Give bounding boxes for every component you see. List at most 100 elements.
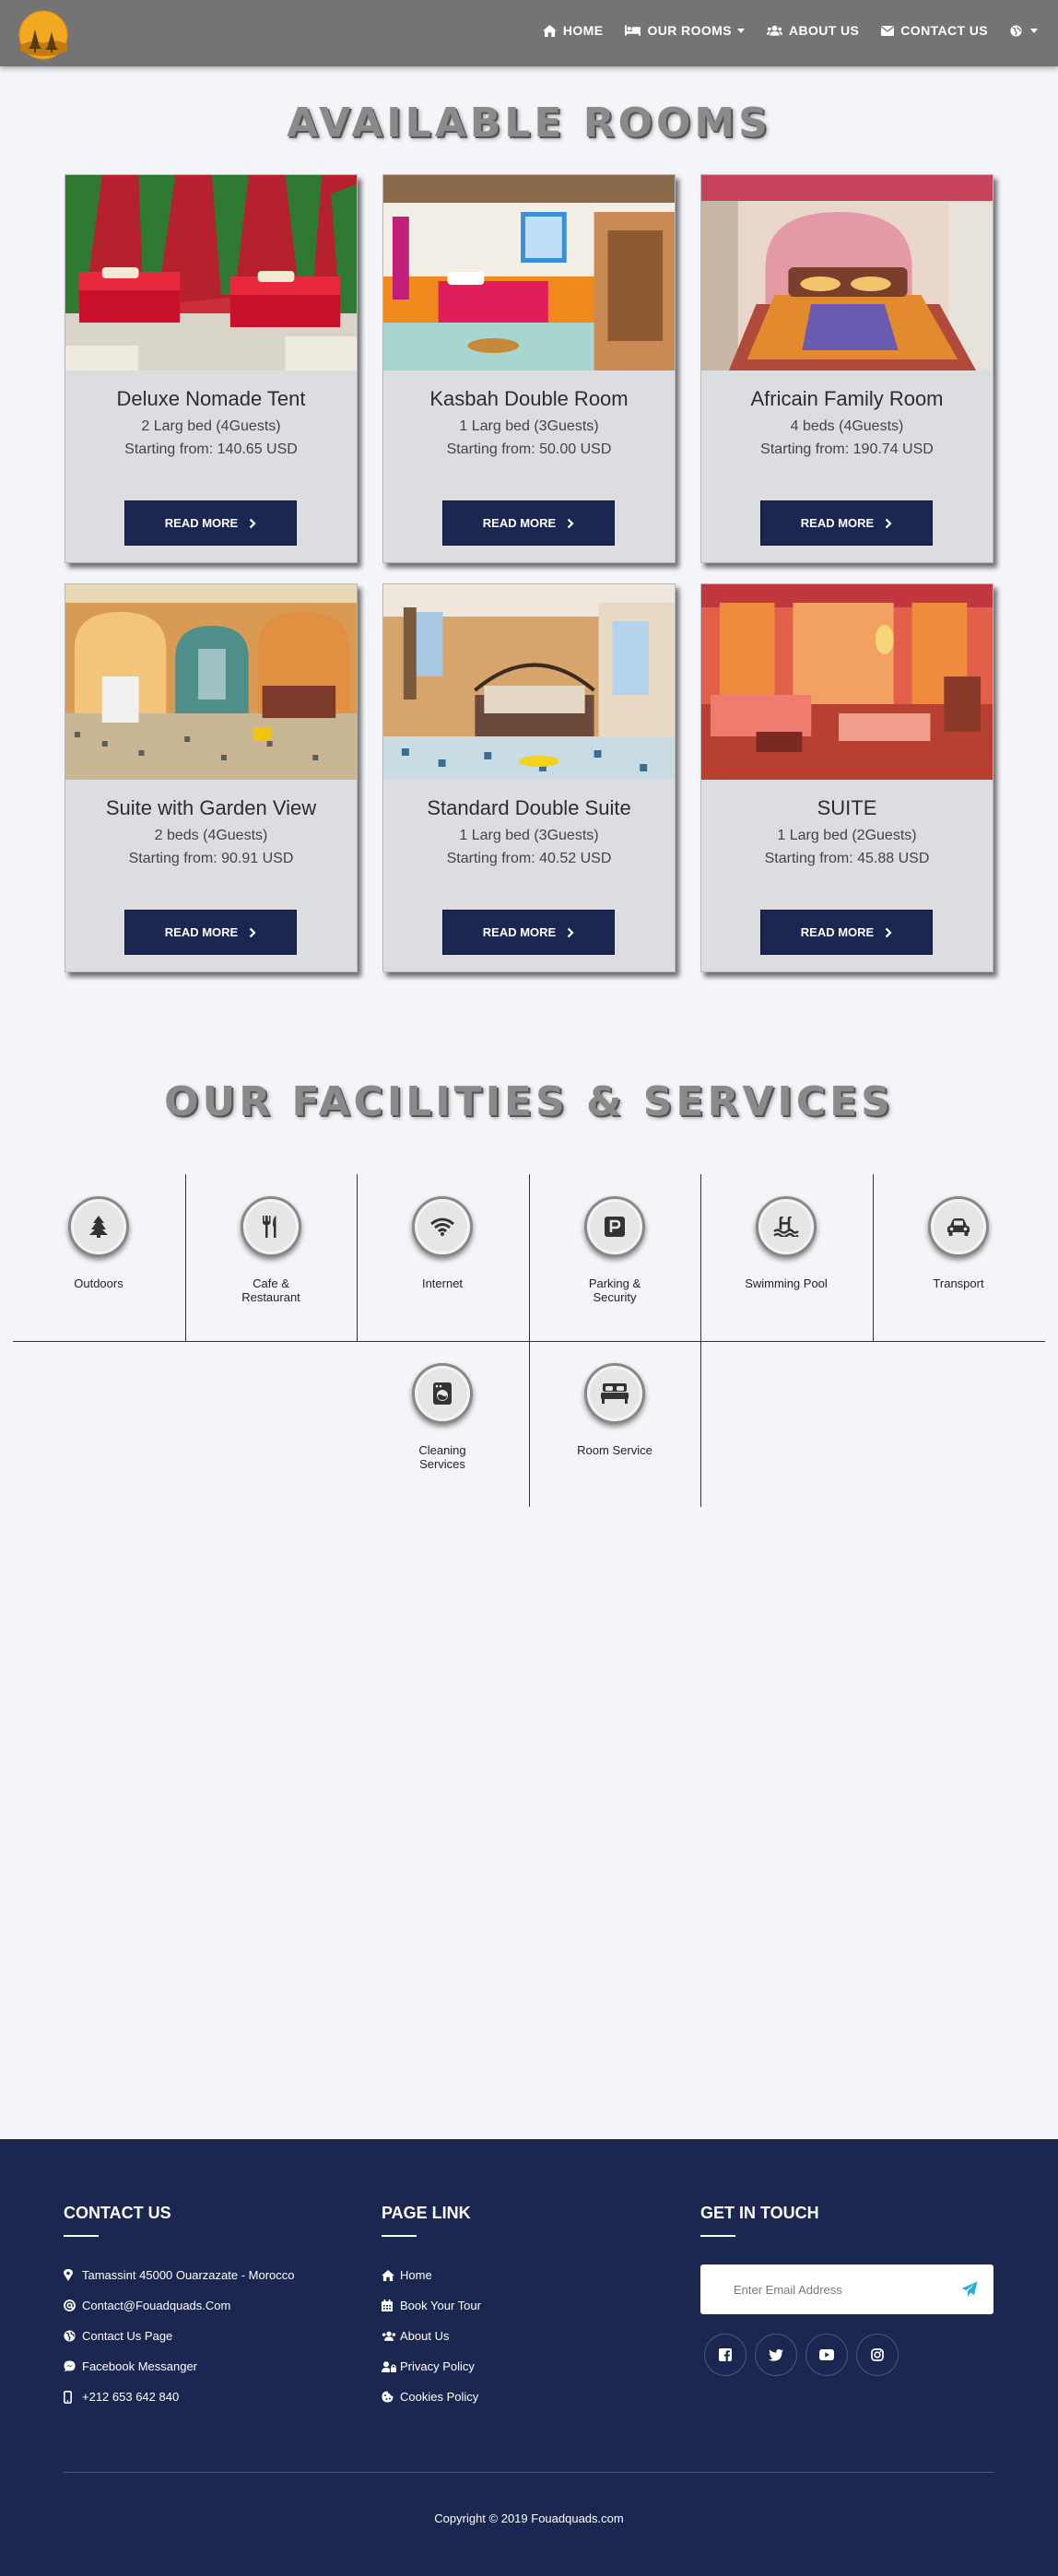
nav-about-us-label: ABOUT US bbox=[788, 23, 860, 38]
room-price: Starting from: 50.00 USD bbox=[446, 441, 612, 457]
facility-transport: Transport bbox=[873, 1196, 1044, 1290]
bed-icon bbox=[625, 25, 641, 36]
read-more-label: READ MORE bbox=[164, 925, 239, 939]
footer-contact-text: Tamassint 45000 Ouarzazate - Morocco bbox=[82, 2268, 295, 2282]
read-more-button[interactable]: READ MORE bbox=[760, 500, 933, 546]
twitter-icon bbox=[769, 2348, 783, 2361]
room-name: Suite with Garden View bbox=[105, 796, 317, 819]
read-more-button[interactable]: READ MORE bbox=[442, 500, 615, 546]
room-card: Standard Double Suite 1 Larg bed (3Guest… bbox=[382, 583, 676, 972]
twitter-link[interactable] bbox=[755, 2334, 797, 2376]
room-card: Africain Family Room 4 beds (4Guests) St… bbox=[700, 174, 993, 563]
footer-page-links: PAGE LINK Home Book Your Tour About Us P… bbox=[382, 2204, 481, 2412]
paper-plane-icon bbox=[961, 2281, 978, 2297]
youtube-icon bbox=[819, 2349, 834, 2360]
facility-cleaning-services: Cleaning Services bbox=[357, 1363, 528, 1471]
nav-language[interactable] bbox=[1010, 24, 1038, 37]
nav-about-us[interactable]: ABOUT US bbox=[766, 23, 860, 38]
newsletter-form bbox=[700, 2264, 993, 2314]
room-price: Starting from: 90.91 USD bbox=[128, 851, 294, 866]
chevron-right-icon bbox=[885, 518, 892, 528]
cookie-icon bbox=[382, 2391, 394, 2403]
facility-label: Swimming Pool bbox=[745, 1276, 828, 1290]
at-icon bbox=[64, 2300, 76, 2311]
read-more-label: READ MORE bbox=[800, 925, 875, 939]
messenger-icon bbox=[64, 2360, 76, 2372]
bed-icon bbox=[601, 1383, 629, 1404]
home-icon bbox=[382, 2269, 394, 2281]
users-icon bbox=[766, 25, 782, 36]
nav-home-label: HOME bbox=[562, 23, 604, 38]
footer-phone-link[interactable]: +212 653 642 840 bbox=[64, 2382, 295, 2412]
footer-link-about-us[interactable]: About Us bbox=[382, 2321, 481, 2351]
footer-heading: CONTACT US bbox=[64, 2204, 171, 2222]
footer-link-label: Home bbox=[400, 2268, 432, 2282]
nav-contact-us[interactable]: CONTACT US bbox=[881, 23, 988, 38]
calendar-icon bbox=[382, 2300, 393, 2311]
logo[interactable] bbox=[15, 10, 72, 60]
map-marker-icon bbox=[64, 2269, 73, 2281]
footer-link-cookies-policy[interactable]: Cookies Policy bbox=[382, 2382, 481, 2412]
footer-contact-text: Contact@Fouadquads.Com bbox=[82, 2299, 231, 2312]
room-card: Kasbah Double Room 1 Larg bed (3Guests) … bbox=[382, 174, 676, 563]
chevron-right-icon bbox=[249, 927, 256, 937]
facility-cafe-restaurant: Cafe & Restaurant bbox=[185, 1196, 357, 1304]
room-price: Starting from: 140.65 USD bbox=[124, 441, 298, 457]
swimming-pool-icon bbox=[773, 1217, 799, 1237]
footer-divider bbox=[64, 2472, 994, 2473]
facility-swimming-pool: Swimming Pool bbox=[700, 1196, 872, 1290]
footer-contact-text: Contact Us Page bbox=[82, 2329, 173, 2343]
room-price: Starting from: 45.88 USD bbox=[764, 851, 930, 866]
youtube-link[interactable] bbox=[805, 2334, 848, 2376]
facebook-icon bbox=[719, 2348, 732, 2361]
facility-label: Cleaning Services bbox=[418, 1443, 466, 1471]
users-icon bbox=[382, 2331, 396, 2341]
footer-link-home[interactable]: Home bbox=[382, 2260, 481, 2290]
footer-link-label: Book Your Tour bbox=[400, 2299, 481, 2312]
utensils-icon bbox=[263, 1216, 276, 1238]
nav-our-rooms[interactable]: OUR ROOMS bbox=[625, 23, 745, 38]
room-beds: 4 beds (4Guests) bbox=[790, 418, 904, 434]
footer-get-in-touch: GET IN TOUCH bbox=[700, 2204, 993, 2376]
nav-home[interactable]: HOME bbox=[542, 23, 604, 38]
read-more-button[interactable]: READ MORE bbox=[124, 500, 297, 546]
facebook-link[interactable] bbox=[704, 2334, 746, 2376]
room-beds: 1 Larg bed (3Guests) bbox=[459, 418, 599, 434]
chevron-right-icon bbox=[567, 518, 574, 528]
room-card: Deluxe Nomade Tent 2 Larg bed (4Guests) … bbox=[65, 174, 358, 563]
room-beds: 1 Larg bed (2Guests) bbox=[777, 828, 917, 843]
user-lock-icon bbox=[382, 2360, 396, 2372]
divider bbox=[382, 2235, 417, 2237]
facility-room-service: Room Service bbox=[529, 1363, 700, 1457]
instagram-link[interactable] bbox=[856, 2334, 899, 2376]
read-more-button[interactable]: READ MORE bbox=[442, 910, 615, 955]
read-more-label: READ MORE bbox=[800, 516, 875, 530]
facility-outdoors: Outdoors bbox=[13, 1196, 184, 1290]
footer-link-label: About Us bbox=[400, 2329, 450, 2343]
read-more-button[interactable]: READ MORE bbox=[124, 910, 297, 955]
read-more-button[interactable]: READ MORE bbox=[760, 910, 933, 955]
instagram-icon bbox=[871, 2348, 884, 2361]
send-button[interactable] bbox=[946, 2264, 993, 2314]
footer-link-book-tour[interactable]: Book Your Tour bbox=[382, 2290, 481, 2321]
footer-link-label: Cookies Policy bbox=[400, 2390, 479, 2404]
footer-heading: GET IN TOUCH bbox=[700, 2204, 819, 2222]
email-input[interactable] bbox=[700, 2264, 946, 2314]
read-more-label: READ MORE bbox=[482, 925, 557, 939]
globe-icon bbox=[64, 2330, 76, 2342]
room-photo bbox=[383, 175, 675, 371]
footer-email-link[interactable]: Contact@Fouadquads.Com bbox=[64, 2290, 295, 2321]
room-beds: 2 beds (4Guests) bbox=[154, 828, 268, 843]
room-photo bbox=[65, 175, 357, 371]
read-more-label: READ MORE bbox=[482, 516, 557, 530]
footer: CONTACT US Tamassint 45000 Ouarzazate - … bbox=[0, 2139, 1058, 2576]
tree-icon bbox=[89, 1216, 108, 1238]
globe-icon bbox=[1010, 24, 1022, 37]
facility-label: Parking & Security bbox=[588, 1276, 641, 1304]
footer-messenger-link[interactable]: Facebook Messanger bbox=[64, 2351, 295, 2382]
footer-contact-page-link[interactable]: Contact Us Page bbox=[64, 2321, 295, 2351]
chevron-right-icon bbox=[249, 518, 256, 528]
read-more-label: READ MORE bbox=[164, 516, 239, 530]
room-name: Deluxe Nomade Tent bbox=[116, 387, 306, 410]
footer-link-privacy-policy[interactable]: Privacy Policy bbox=[382, 2351, 481, 2382]
